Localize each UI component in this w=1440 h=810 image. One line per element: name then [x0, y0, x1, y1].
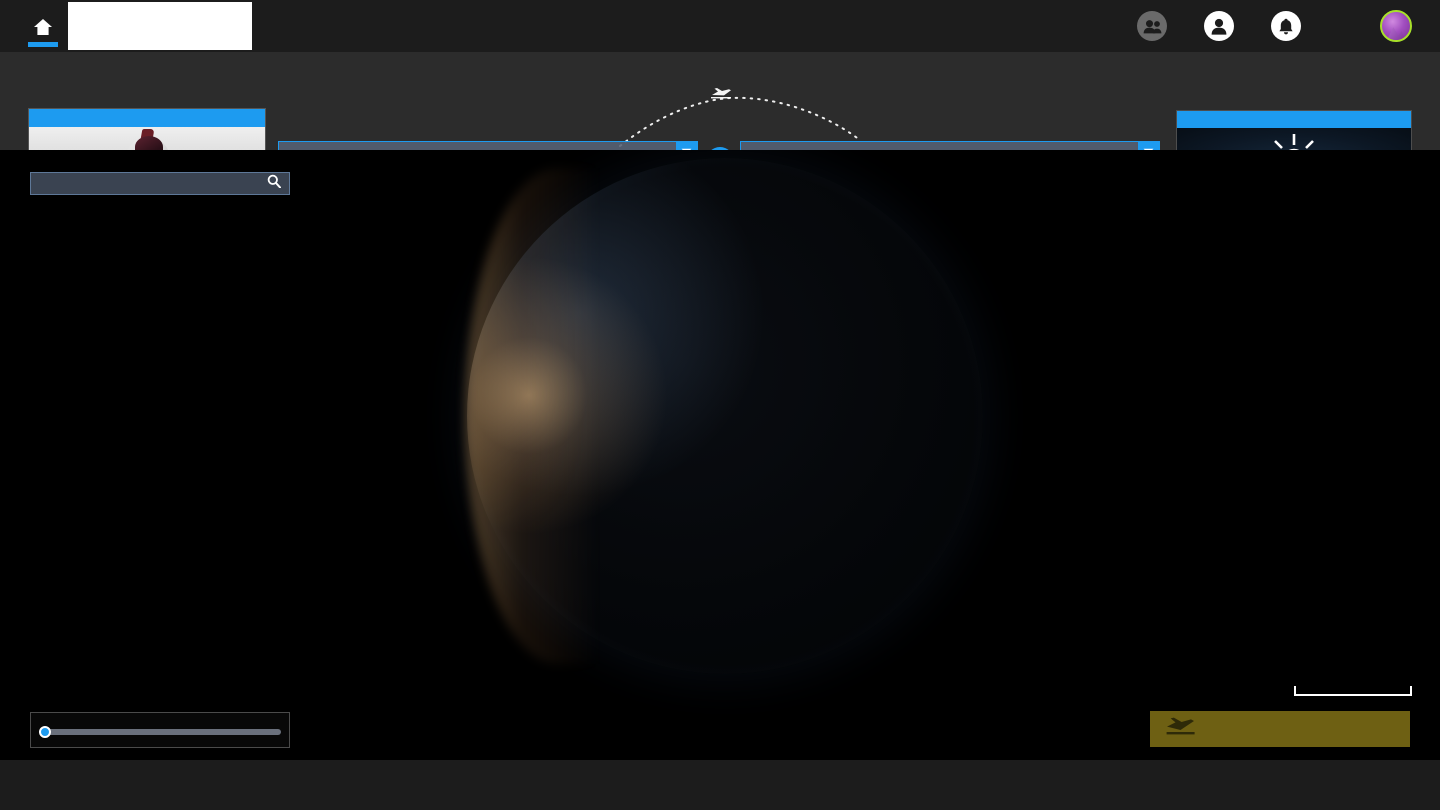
bell-icon: [1278, 18, 1294, 35]
world-map-screen: [0, 0, 1440, 810]
aircraft-thumbnail: [29, 127, 265, 150]
chevron-down-icon[interactable]: [1138, 142, 1159, 150]
flight-setup-bar: [0, 52, 1440, 150]
scale-ruler-tick-right: [1410, 686, 1412, 696]
tab-world-map[interactable]: [68, 2, 252, 50]
arrival-airport-select[interactable]: [740, 141, 1160, 150]
chevron-down-icon[interactable]: [676, 142, 697, 150]
takeoff-plane-icon: [1166, 717, 1196, 742]
earth-globe[interactable]: [465, 158, 983, 674]
scale-ruler: [1294, 686, 1412, 696]
search-box[interactable]: [30, 172, 290, 195]
home-active-indicator: [28, 42, 58, 47]
avatar[interactable]: [1380, 10, 1412, 42]
friends-icon: [1143, 19, 1162, 34]
time-slider[interactable]: [39, 725, 281, 738]
profile-button[interactable]: [1204, 11, 1234, 41]
aircraft-title-bar: [29, 109, 265, 127]
flight-conditions-title: [1177, 111, 1411, 128]
departure-airport-select[interactable]: [278, 141, 698, 150]
aircraft-card[interactable]: [28, 108, 266, 150]
time-of-day-panel[interactable]: [30, 712, 290, 748]
globe-viewport[interactable]: [0, 150, 1440, 760]
friends-button[interactable]: [1137, 11, 1167, 41]
time-slider-thumb[interactable]: [39, 725, 51, 738]
map-scale-bar: [1288, 686, 1412, 696]
atmosphere-limb: [467, 158, 983, 674]
home-icon: [33, 18, 53, 36]
profile-icon: [1211, 18, 1227, 35]
footer-hotkey-bar: [0, 760, 1440, 810]
flight-conditions-card[interactable]: [1176, 110, 1412, 150]
scale-ruler-line: [1294, 694, 1412, 696]
aircraft-canopy: [135, 136, 163, 150]
nav-right-cluster: [1137, 0, 1440, 52]
search-input[interactable]: [31, 176, 267, 191]
search-icon[interactable]: [267, 174, 289, 193]
top-navigation-bar: [0, 0, 1440, 52]
flight-conditions-preview: [1177, 128, 1411, 150]
scale-ruler-tick-left: [1294, 686, 1296, 696]
fly-button[interactable]: [1150, 711, 1410, 747]
notifications-button[interactable]: [1271, 11, 1301, 41]
sun-clear-weather-icon: [1266, 132, 1322, 150]
